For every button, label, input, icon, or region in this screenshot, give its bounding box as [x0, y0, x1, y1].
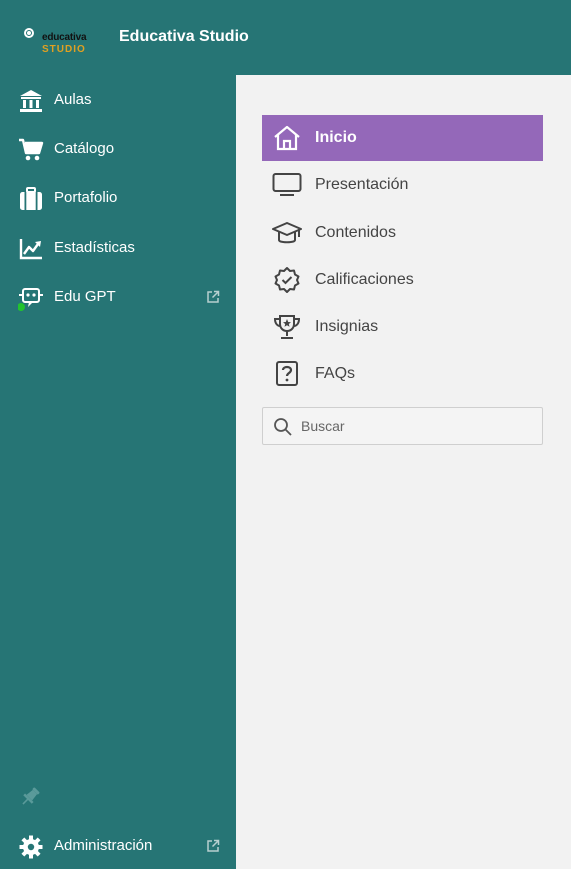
menu-item-inicio[interactable]: Inicio	[262, 115, 543, 161]
menu-item-label: FAQs	[315, 365, 356, 382]
sidebar-item-label: Estadísticas	[54, 239, 135, 256]
question-icon	[276, 361, 298, 386]
online-status-dot	[18, 303, 25, 311]
sidebar-item-label: Edu GPT	[54, 288, 116, 305]
sidebar-item-label: Administración	[54, 837, 153, 854]
sidebar-item-label: Catálogo	[54, 140, 115, 157]
menu-item-label: Contenidos	[315, 224, 396, 241]
app-title: Educativa Studio	[119, 28, 249, 45]
menu-item-label: Inicio	[315, 129, 357, 146]
educativa-logo[interactable]: educativa STUDIO	[22, 25, 102, 59]
trophy-icon	[273, 315, 301, 339]
menu-item-label: Insignias	[315, 318, 379, 335]
logo-mark-icon	[24, 28, 34, 38]
external-link-icon	[207, 290, 220, 303]
gear-icon	[19, 835, 43, 859]
bot-icon	[18, 288, 43, 311]
sidebar-item-administracion[interactable]: Administración	[0, 826, 236, 866]
bank-icon	[20, 90, 42, 112]
graduation-cap-icon	[272, 222, 302, 244]
search-input[interactable]	[301, 416, 531, 436]
logo-text: educativa	[42, 32, 87, 43]
pin-icon[interactable]	[18, 785, 42, 809]
briefcase-icon	[20, 187, 42, 210]
sidebar-item-aulas[interactable]: Aulas	[0, 80, 236, 120]
top-header: educativa STUDIO Educativa Studio	[0, 0, 571, 75]
search-icon[interactable]	[273, 417, 293, 437]
menu-item-insignias[interactable]: Insignias	[262, 304, 543, 350]
sidebar-item-edu-gpt[interactable]: Edu GPT	[0, 277, 236, 317]
menu-item-label: Presentación	[315, 176, 409, 193]
external-link-icon	[207, 839, 220, 852]
logo-subtext: STUDIO	[42, 44, 86, 55]
sidebar-item-label: Aulas	[54, 91, 92, 108]
menu-item-presentacion[interactable]: Presentación	[262, 162, 543, 208]
cart-icon	[19, 138, 44, 161]
menu-item-label: Calificaciones	[315, 271, 414, 288]
chart-icon	[19, 239, 42, 260]
sidebar-item-portafolio[interactable]: Portafolio	[0, 178, 236, 218]
menu-item-contenidos[interactable]: Contenidos	[262, 210, 543, 256]
course-panel: Inicio Presentación Contenidos Calificac…	[236, 75, 571, 869]
menu-item-calificaciones[interactable]: Calificaciones	[262, 257, 543, 303]
sidebar-item-estadisticas[interactable]: Estadísticas	[0, 228, 236, 268]
monitor-icon	[272, 173, 302, 196]
sidebar: Aulas Catálogo Portafolio Estadísticas E…	[0, 75, 236, 869]
badge-check-icon	[274, 267, 300, 293]
menu-item-faqs[interactable]: FAQs	[262, 351, 543, 397]
sidebar-item-label: Portafolio	[54, 189, 118, 206]
search-box	[262, 407, 543, 445]
sidebar-item-catalogo[interactable]: Catálogo	[0, 129, 236, 169]
home-icon	[274, 125, 300, 151]
